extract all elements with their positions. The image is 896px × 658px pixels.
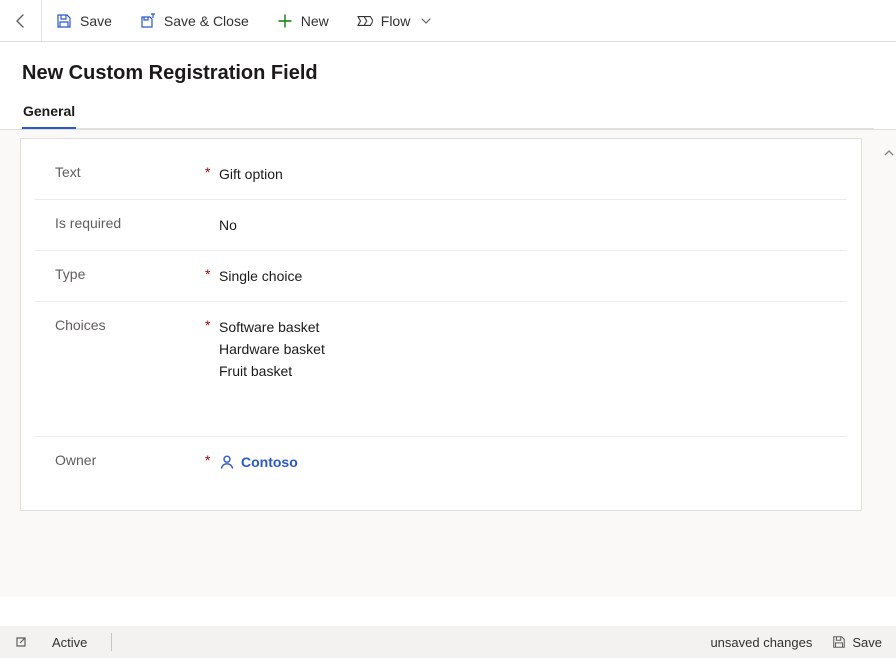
status-unsaved: unsaved changes bbox=[710, 635, 812, 650]
field-label: Choices bbox=[55, 316, 205, 333]
field-value-is-required[interactable]: No bbox=[219, 214, 821, 236]
save-label: Save bbox=[80, 13, 112, 29]
status-save-button[interactable]: Save bbox=[832, 635, 882, 650]
tab-general[interactable]: General bbox=[22, 103, 76, 130]
status-save-label: Save bbox=[852, 635, 882, 650]
form-area: Text * Gift option Is required No Type *… bbox=[0, 129, 896, 597]
field-row-is-required: Is required No bbox=[35, 200, 847, 251]
back-button[interactable] bbox=[0, 0, 42, 42]
field-value-text[interactable]: Gift option bbox=[219, 163, 821, 185]
required-marker: * bbox=[205, 163, 219, 180]
flow-button[interactable]: Flow bbox=[343, 0, 449, 42]
field-label: Text bbox=[55, 163, 205, 180]
required-marker: * bbox=[205, 265, 219, 282]
required-marker: * bbox=[205, 316, 219, 333]
field-row-text: Text * Gift option bbox=[35, 149, 847, 200]
save-close-label: Save & Close bbox=[164, 13, 249, 29]
new-label: New bbox=[301, 13, 329, 29]
status-active[interactable]: Active bbox=[52, 635, 87, 650]
flow-icon bbox=[357, 13, 373, 29]
field-value-owner[interactable]: Contoso bbox=[219, 451, 821, 476]
page-header: New Custom Registration Field General bbox=[0, 42, 896, 129]
open-in-new-icon[interactable] bbox=[14, 635, 28, 649]
tab-strip: General bbox=[22, 103, 874, 129]
person-icon bbox=[219, 454, 235, 470]
field-row-owner: Owner * Contoso bbox=[35, 437, 847, 490]
divider bbox=[111, 633, 112, 651]
required-marker bbox=[205, 214, 219, 215]
field-value-type[interactable]: Single choice bbox=[219, 265, 821, 287]
status-bar: Active unsaved changes Save bbox=[0, 626, 896, 658]
field-label: Type bbox=[55, 265, 205, 282]
save-button[interactable]: Save bbox=[42, 0, 126, 42]
owner-name: Contoso bbox=[241, 451, 298, 473]
choice-line: Software basket bbox=[219, 316, 821, 338]
chevron-down-icon bbox=[418, 13, 434, 29]
choice-line: Hardware basket bbox=[219, 338, 821, 360]
field-label: Is required bbox=[55, 214, 205, 231]
flow-label: Flow bbox=[381, 13, 411, 29]
required-marker: * bbox=[205, 451, 219, 468]
page-title: New Custom Registration Field bbox=[22, 62, 874, 85]
owner-lookup[interactable]: Contoso bbox=[219, 451, 298, 473]
field-row-type: Type * Single choice bbox=[35, 251, 847, 302]
form-card: Text * Gift option Is required No Type *… bbox=[20, 138, 862, 511]
save-and-close-button[interactable]: Save & Close bbox=[126, 0, 263, 42]
field-row-choices: Choices * Software basket Hardware baske… bbox=[35, 302, 847, 437]
plus-icon bbox=[277, 13, 293, 29]
field-label: Owner bbox=[55, 451, 205, 468]
new-button[interactable]: New bbox=[263, 0, 343, 42]
save-icon bbox=[832, 635, 846, 649]
scroll-up-icon[interactable] bbox=[884, 148, 894, 158]
choice-line: Fruit basket bbox=[219, 360, 821, 382]
save-icon bbox=[56, 13, 72, 29]
arrow-left-icon bbox=[13, 13, 29, 29]
save-close-icon bbox=[140, 13, 156, 29]
field-value-choices[interactable]: Software basket Hardware basket Fruit ba… bbox=[219, 316, 821, 382]
command-bar: Save Save & Close New Flow bbox=[0, 0, 896, 42]
